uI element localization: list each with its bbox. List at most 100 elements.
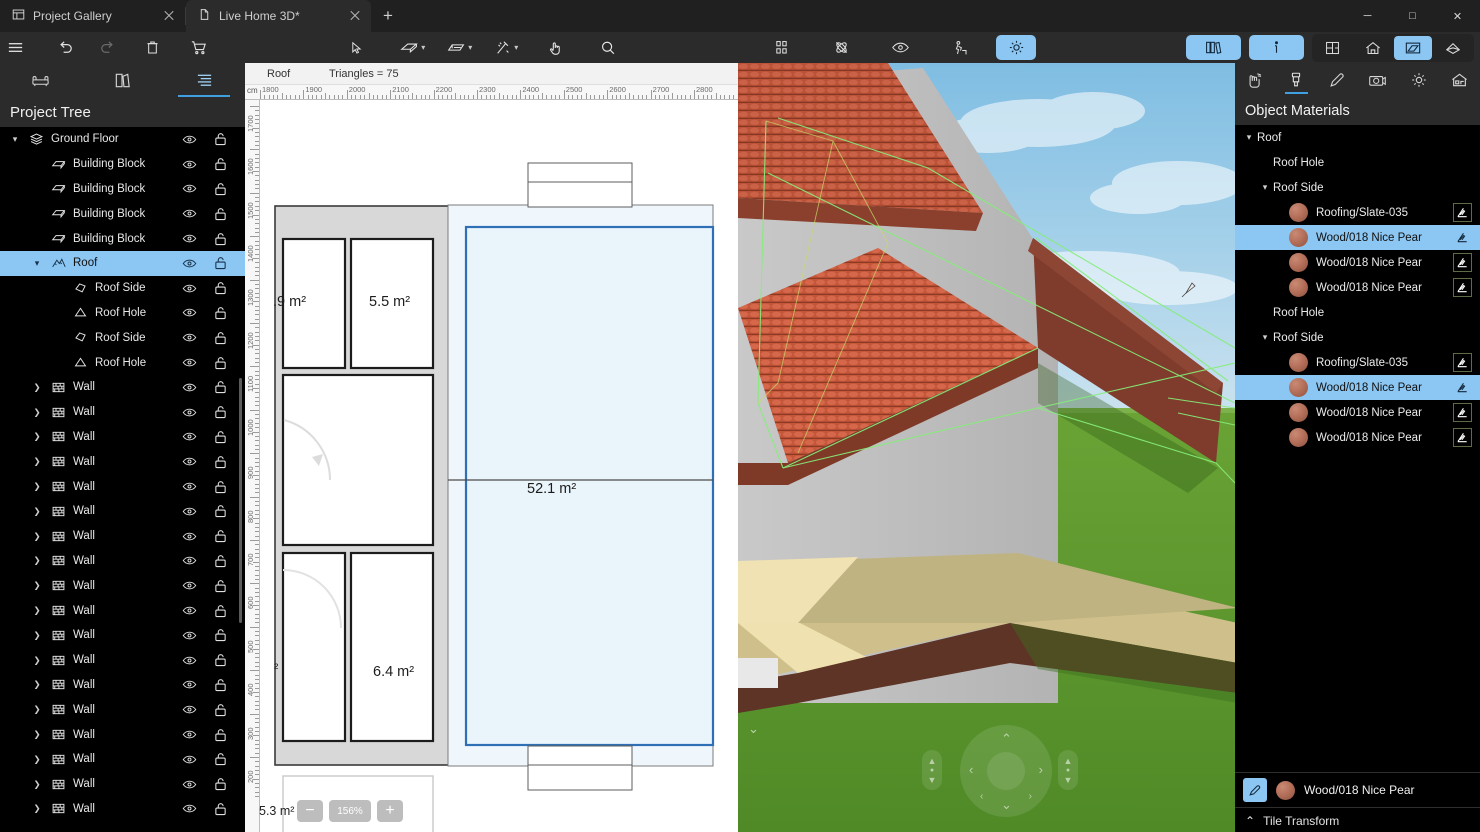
eye-icon[interactable] — [182, 226, 197, 251]
material-row[interactable]: Wood/018 Nice Pear — [1235, 400, 1480, 425]
pan-tool[interactable] — [544, 35, 568, 61]
tree-row-wall[interactable]: ❯ Wall — [0, 573, 245, 598]
eye-icon[interactable] — [182, 325, 197, 350]
tree-row-wall[interactable]: ❯ Wall — [0, 499, 245, 524]
unlocked-padlock-icon[interactable] — [214, 747, 227, 772]
unlocked-padlock-icon[interactable] — [214, 648, 227, 673]
tree-row-wall[interactable]: ❯ Wall — [0, 623, 245, 648]
chevron-right-icon[interactable]: ❯ — [26, 531, 48, 542]
unlocked-padlock-icon[interactable] — [214, 598, 227, 623]
material-row[interactable]: Wood/018 Nice Pear — [1235, 250, 1480, 275]
tree-row-wall[interactable]: ❯ Wall — [0, 375, 245, 400]
tab-project-gallery[interactable]: Project Gallery — [0, 0, 185, 32]
tree-row-wall[interactable]: ❯ Wall — [0, 598, 245, 623]
edit-material-icon[interactable] — [1453, 378, 1472, 397]
tree-row-wall[interactable]: ❯ Wall — [0, 648, 245, 673]
undo-button[interactable] — [54, 35, 78, 61]
tree-row-wall[interactable]: ❯ Wall — [0, 772, 245, 797]
nav-left-button[interactable]: ‹ — [969, 762, 973, 777]
tree-row-building-block[interactable]: Building Block — [0, 152, 245, 177]
unlocked-padlock-icon[interactable] — [214, 797, 227, 822]
unlocked-padlock-icon[interactable] — [214, 573, 227, 598]
eye-icon[interactable] — [182, 549, 197, 574]
eye-icon[interactable] — [182, 400, 197, 425]
tree-row-roof-side[interactable]: Roof Side — [0, 276, 245, 301]
edit-material-icon[interactable] — [1453, 203, 1472, 222]
physics-button[interactable] — [829, 35, 853, 61]
unlocked-padlock-icon[interactable] — [214, 400, 227, 425]
collapse-panel-chevron-icon[interactable]: ⌄ — [748, 721, 759, 737]
chevron-right-icon[interactable]: ❯ — [26, 729, 48, 740]
unlocked-padlock-icon[interactable] — [214, 350, 227, 375]
edit-material-icon[interactable] — [1453, 428, 1472, 447]
nav-up-button[interactable]: ⌃ — [1001, 731, 1012, 747]
unlocked-padlock-icon[interactable] — [214, 375, 227, 400]
unlocked-padlock-icon[interactable] — [214, 325, 227, 350]
chevron-right-icon[interactable]: ❯ — [26, 382, 48, 393]
material-row[interactable]: Wood/018 Nice Pear — [1235, 425, 1480, 450]
floorplan-view-button[interactable] — [1314, 36, 1352, 60]
unlocked-padlock-icon[interactable] — [214, 499, 227, 524]
chevron-right-icon[interactable]: ❯ — [26, 407, 48, 418]
unlocked-padlock-icon[interactable] — [214, 276, 227, 301]
eye-icon[interactable] — [182, 623, 197, 648]
edit-material-icon[interactable] — [1453, 353, 1472, 372]
chevron-right-icon[interactable]: ❯ — [26, 506, 48, 517]
project-tree[interactable]: ▾ Ground Floor Building Block Building Bloc… — [0, 127, 245, 832]
selected-material-row[interactable]: Wood/018 Nice Pear — [1235, 773, 1480, 807]
unlocked-padlock-icon[interactable] — [214, 449, 227, 474]
tree-row-roof-hole[interactable]: Roof Hole — [0, 350, 245, 375]
room-tool[interactable]: ▾ — [447, 35, 472, 61]
unlocked-padlock-icon[interactable] — [214, 673, 227, 698]
tree-row-wall[interactable]: ❯ Wall — [0, 722, 245, 747]
eye-icon[interactable] — [182, 177, 197, 202]
minimize-button[interactable]: ─ — [1345, 0, 1390, 32]
building-tab[interactable] — [1439, 63, 1480, 97]
tree-row-wall[interactable]: ❯ Wall — [0, 474, 245, 499]
hamburger-menu-button[interactable] — [4, 35, 28, 61]
3d-view-button[interactable] — [1354, 36, 1392, 60]
material-row[interactable]: Roofing/Slate-035 — [1235, 350, 1480, 375]
tree-row-wall[interactable]: ❯ Wall — [0, 449, 245, 474]
eye-icon[interactable] — [182, 201, 197, 226]
chevron-right-icon[interactable]: ❯ — [26, 555, 48, 566]
unlocked-padlock-icon[interactable] — [214, 425, 227, 450]
tree-row-wall[interactable]: ❯ Wall — [0, 549, 245, 574]
walkthrough-button[interactable] — [949, 35, 973, 61]
unlocked-padlock-icon[interactable] — [214, 524, 227, 549]
materials-tab[interactable] — [1276, 63, 1317, 97]
close-icon[interactable] — [161, 8, 177, 24]
edit-tool[interactable]: ▾ — [494, 35, 518, 61]
unlocked-padlock-icon[interactable] — [214, 152, 227, 177]
delete-button[interactable] — [141, 35, 165, 61]
unlocked-padlock-icon[interactable] — [214, 201, 227, 226]
tree-row-roof-hole[interactable]: Roof Hole — [0, 301, 245, 326]
tree-row-wall[interactable]: ❯ Wall — [0, 673, 245, 698]
chevron-right-icon[interactable]: ❯ — [26, 679, 48, 690]
nav-rotate-left-button[interactable]: ‹ — [980, 791, 983, 802]
material-group-row[interactable]: ▾ Roof Side — [1235, 175, 1480, 200]
eye-icon[interactable] — [182, 573, 197, 598]
light-tab[interactable] — [1398, 63, 1439, 97]
edit-material-icon[interactable] — [1453, 403, 1472, 422]
tree-row-wall[interactable]: ❯ Wall — [0, 425, 245, 450]
tree-row-wall[interactable]: ❯ Wall — [0, 797, 245, 822]
tree-row-wall[interactable]: ❯ Wall — [0, 400, 245, 425]
nav-down-button[interactable]: ⌄ — [1001, 797, 1012, 813]
chevron-right-icon[interactable]: ❯ — [26, 580, 48, 591]
unlocked-padlock-icon[interactable] — [214, 474, 227, 499]
select-tool[interactable] — [345, 35, 369, 61]
unlocked-padlock-icon[interactable] — [214, 251, 227, 276]
unlocked-padlock-icon[interactable] — [214, 226, 227, 251]
chevron-down-icon[interactable]: ▾ — [4, 134, 26, 145]
maximize-button[interactable]: □ — [1390, 0, 1435, 32]
material-row[interactable]: Roofing/Slate-035 — [1235, 200, 1480, 225]
visibility-button[interactable] — [889, 35, 913, 61]
eye-icon[interactable] — [182, 350, 197, 375]
tree-row-wall[interactable]: ❯ Wall — [0, 747, 245, 772]
eye-icon[interactable] — [182, 425, 197, 450]
zoom-out-button[interactable]: − — [297, 800, 323, 822]
zoom-level-value[interactable]: 156% — [329, 800, 371, 822]
eye-icon[interactable] — [182, 375, 197, 400]
materials-tab[interactable] — [82, 63, 164, 97]
